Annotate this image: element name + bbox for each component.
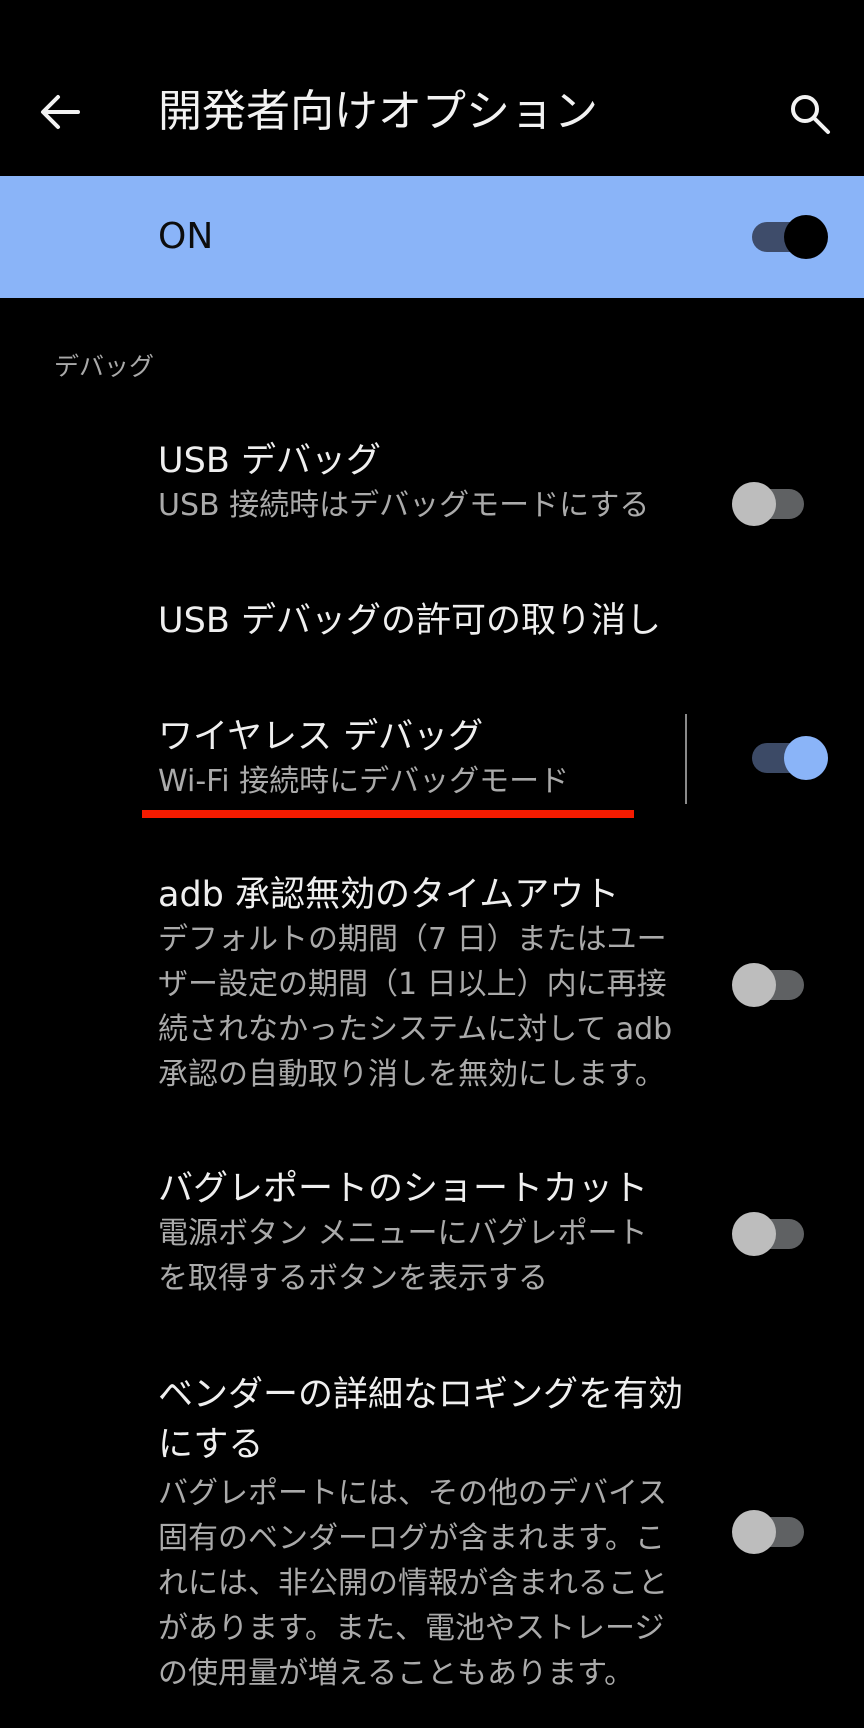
setting-summary-line: ザー設定の期間（1 日以上）内に再接 xyxy=(158,967,667,1002)
setting-summary-line: れには、非公開の情報が含まれること xyxy=(158,1566,668,1601)
setting-summary-line: 続されなかったシステムに対して adb xyxy=(158,1012,673,1047)
setting-title: USB デバッグ xyxy=(158,441,381,481)
section-header-debug: デバッグ xyxy=(54,352,155,381)
adb-timeout-toggle[interactable] xyxy=(732,961,810,1009)
setting-summary-line: 固有のベンダーログが含まれます。こ xyxy=(158,1521,665,1556)
wireless-debugging-toggle[interactable] xyxy=(752,734,828,782)
main-switch-label: ON xyxy=(158,216,214,257)
setting-summary-line: 承認の自動取り消しを無効にします。 xyxy=(158,1057,665,1092)
toggle-thumb xyxy=(784,215,828,259)
toggle-thumb xyxy=(784,736,828,780)
toggle-thumb xyxy=(732,963,776,1007)
main-switch-toggle[interactable] xyxy=(752,213,828,261)
setting-title: adb 承認無効のタイムアウト xyxy=(158,875,620,915)
setting-summary: Wi-Fi 接続時にデバッグモード xyxy=(158,764,570,799)
setting-title-line: にする xyxy=(158,1425,264,1465)
setting-summary-line: デフォルトの期間（7 日）またはユー xyxy=(158,922,667,957)
search-icon xyxy=(791,95,830,134)
main-switch-bar[interactable]: ON xyxy=(0,176,864,298)
setting-title: USB デバッグの許可の取り消し xyxy=(158,601,661,641)
page-title: 開発者向けオプション xyxy=(158,86,598,137)
setting-vendor-verbose-logging[interactable]: ベンダーの詳細なロギングを有効 にする バグレポートには、その他のデバイス 固有… xyxy=(0,1370,864,1700)
vertical-divider xyxy=(685,714,687,804)
vendor-logging-toggle[interactable] xyxy=(732,1508,810,1556)
setting-title: ワイヤレス デバッグ xyxy=(158,717,484,757)
setting-summary-line: を取得するボタンを表示する xyxy=(158,1261,548,1296)
setting-summary: USB 接続時はデバッグモードにする xyxy=(158,488,650,523)
setting-title-line: ベンダーの詳細なロギングを有効 xyxy=(158,1375,684,1415)
usb-debugging-toggle[interactable] xyxy=(732,480,810,528)
toggle-thumb xyxy=(732,482,776,526)
setting-summary-line: 電源ボタン メニューにバグレポート xyxy=(158,1216,648,1251)
search-button[interactable] xyxy=(778,82,842,146)
bug-report-shortcut-toggle[interactable] xyxy=(732,1210,810,1258)
back-button[interactable] xyxy=(28,80,92,144)
red-annotation-underline xyxy=(142,810,634,818)
setting-summary-line: バグレポートには、その他のデバイス xyxy=(158,1476,668,1511)
setting-adb-authorization-timeout[interactable]: adb 承認無効のタイムアウト デフォルトの期間（7 日）またはユー ザー設定の… xyxy=(0,870,864,1110)
arrow-back-icon xyxy=(41,95,80,129)
setting-summary-line: の使用量が増えることもあります。 xyxy=(158,1656,635,1691)
setting-bug-report-shortcut[interactable]: バグレポートのショートカット 電源ボタン メニューにバグレポート を取得するボタ… xyxy=(0,1164,864,1324)
setting-summary-line: があります。また、電池やストレージ xyxy=(158,1611,665,1646)
setting-revoke-usb-authorizations[interactable]: USB デバッグの許可の取り消し xyxy=(0,570,864,670)
setting-usb-debugging[interactable]: USB デバッグ USB 接続時はデバッグモードにする xyxy=(0,410,864,540)
toggle-thumb xyxy=(732,1510,776,1554)
setting-title: バグレポートのショートカット xyxy=(158,1169,649,1209)
toggle-thumb xyxy=(732,1212,776,1256)
app-bar: 開発者向けオプション xyxy=(0,0,864,176)
